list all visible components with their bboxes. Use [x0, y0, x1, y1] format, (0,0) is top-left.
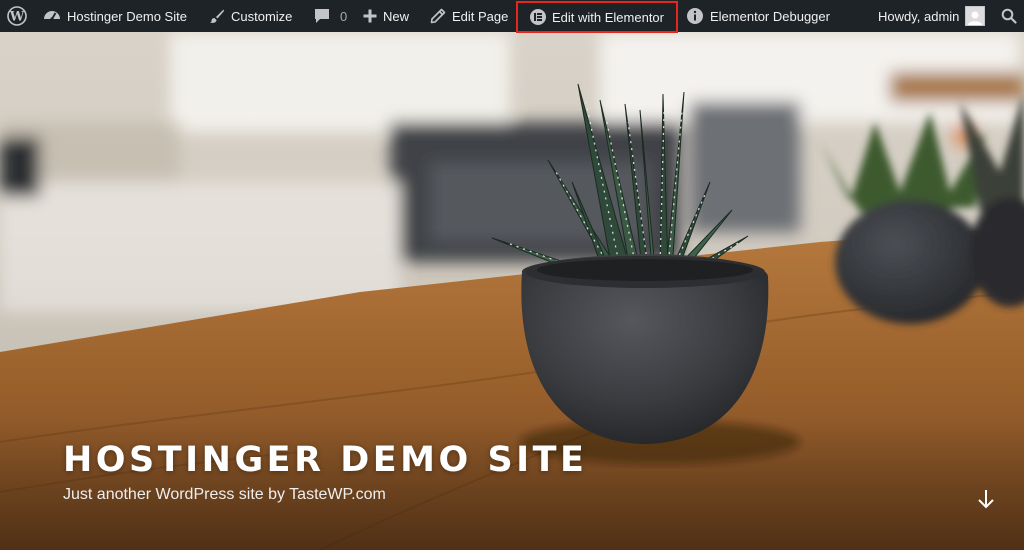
- site-name-label: Hostinger Demo Site: [67, 8, 187, 24]
- plus-icon: [363, 9, 377, 23]
- site-name-menu[interactable]: Hostinger Demo Site: [43, 0, 187, 32]
- comments-count: 0: [340, 8, 348, 24]
- howdy-label: Howdy, admin: [878, 8, 960, 24]
- admin-bar: W Hostinger Demo Site Customize 0 New Ed…: [0, 0, 1024, 33]
- paintbrush-icon: [209, 8, 225, 24]
- customize-link[interactable]: Customize: [209, 0, 292, 32]
- edit-with-elementor-label: Edit with Elementor: [552, 9, 664, 25]
- elementor-debugger-menu[interactable]: Elementor Debugger: [686, 0, 830, 32]
- hero-header: HOSTINGER DEMO SITE Just another WordPre…: [0, 32, 1024, 550]
- wordpress-menu[interactable]: W: [7, 0, 27, 32]
- customize-label: Customize: [231, 8, 293, 24]
- arrow-down-icon[interactable]: [976, 488, 996, 510]
- comments-link[interactable]: 0: [314, 0, 347, 32]
- admin-bar-search[interactable]: [1001, 0, 1017, 32]
- edit-with-elementor-link[interactable]: Edit with Elementor: [516, 1, 678, 33]
- info-icon: [686, 7, 704, 25]
- elementor-icon: [530, 9, 546, 25]
- site-title[interactable]: HOSTINGER DEMO SITE: [63, 440, 587, 480]
- avatar: [965, 6, 986, 26]
- svg-text:W: W: [9, 10, 25, 25]
- elementor-debugger-label: Elementor Debugger: [710, 8, 830, 24]
- my-account-menu[interactable]: Howdy, admin: [878, 0, 986, 32]
- site-tagline: Just another WordPress site by TasteWP.c…: [63, 486, 386, 503]
- comment-icon: [314, 8, 330, 24]
- search-icon: [1001, 8, 1017, 24]
- wordpress-logo-icon: W: [7, 6, 27, 26]
- pencil-icon: [430, 8, 446, 24]
- dashboard-icon: [43, 7, 61, 25]
- edit-page-link[interactable]: Edit Page: [430, 0, 508, 32]
- new-label: New: [383, 8, 410, 24]
- new-content-menu[interactable]: New: [363, 0, 409, 32]
- edit-page-label: Edit Page: [452, 8, 509, 24]
